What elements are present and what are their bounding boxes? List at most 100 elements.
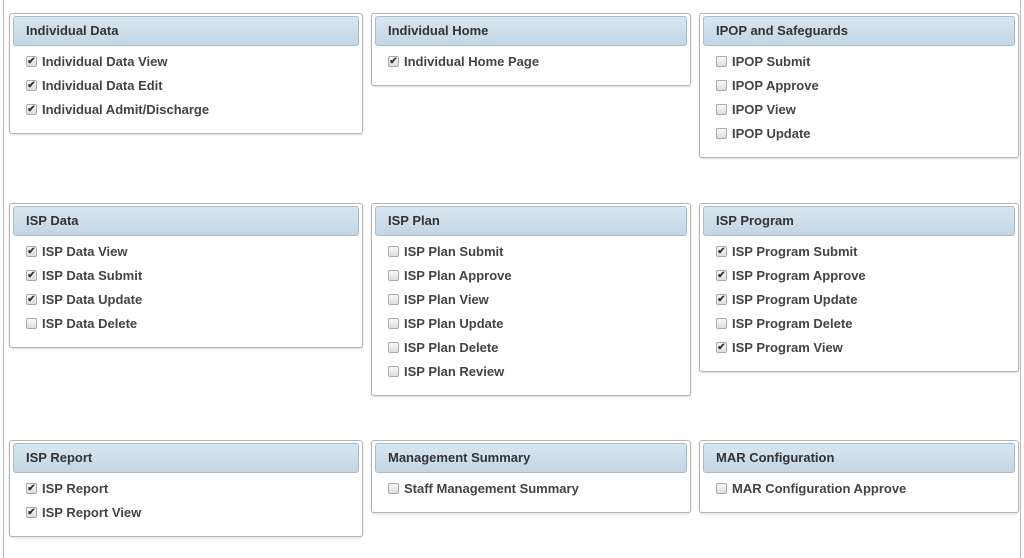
panel-title: Individual Home (375, 16, 687, 46)
panel-title: ISP Data (13, 206, 359, 236)
permission-label: Individual Data View (42, 53, 168, 69)
permission-item[interactable]: MAR Configuration Approve (703, 476, 1015, 500)
checkbox[interactable]: ✔ (26, 269, 37, 281)
permission-label: MAR Configuration Approve (732, 480, 907, 496)
checkbox[interactable] (388, 317, 399, 329)
permission-item[interactable]: Staff Management Summary (375, 476, 687, 500)
checkbox[interactable]: ✔ (716, 245, 727, 257)
permission-item[interactable]: ✔ Individual Data View (13, 49, 359, 73)
permission-panel: ISP Program ✔ ISP Program Submit ✔ ISP Progr… (699, 203, 1019, 372)
checkbox[interactable] (716, 482, 727, 494)
permission-panel: ISP Report ✔ ISP Report ✔ ISP Report View (9, 440, 363, 537)
checkbox[interactable]: ✔ (716, 269, 727, 281)
panel-title: ISP Program (703, 206, 1015, 236)
checkmark-icon: ✔ (717, 341, 726, 353)
permission-item[interactable]: ✔ ISP Program Approve (703, 263, 1015, 287)
checkbox[interactable]: ✔ (26, 506, 37, 518)
permission-label: IPOP Approve (732, 77, 819, 93)
permission-item[interactable]: ✔ ISP Report View (13, 500, 359, 524)
permission-label: ISP Program Update (732, 291, 858, 307)
checkbox[interactable]: ✔ (716, 341, 727, 353)
permission-item[interactable]: ✔ ISP Data Update (13, 287, 359, 311)
checkbox[interactable]: ✔ (26, 245, 37, 257)
permission-item[interactable]: ✔ ISP Program Submit (703, 239, 1015, 263)
checkbox[interactable] (388, 341, 399, 353)
permission-label: ISP Program Submit (732, 243, 858, 259)
permission-label: ISP Report View (42, 504, 142, 520)
permission-item[interactable]: ISP Program Delete (703, 311, 1015, 335)
permission-item[interactable]: ✔ ISP Program Update (703, 287, 1015, 311)
checkbox[interactable] (388, 365, 399, 377)
permission-panel: MAR Configuration MAR Configuration Appro… (699, 440, 1019, 513)
permission-label: ISP Program Approve (732, 267, 866, 283)
permission-label: ISP Program Delete (732, 315, 853, 331)
permission-label: Individual Home Page (404, 53, 540, 69)
permission-item[interactable]: ISP Plan Update (375, 311, 687, 335)
permission-item[interactable]: ✔ Individual Home Page (375, 49, 687, 73)
permission-label: ISP Plan Delete (404, 339, 499, 355)
checkbox[interactable] (716, 317, 727, 329)
panel-title: ISP Plan (375, 206, 687, 236)
checkbox[interactable] (716, 79, 727, 91)
checkbox[interactable] (716, 127, 727, 139)
permission-label: ISP Data Update (42, 291, 143, 307)
permission-label: ISP Report (42, 480, 109, 496)
checkmark-icon: ✔ (717, 269, 726, 281)
permission-item[interactable]: ISP Plan Review (375, 359, 687, 383)
checkmark-icon: ✔ (27, 103, 36, 115)
permission-panel: ISP Data ✔ ISP Data View ✔ ISP Data Submit ✔ I… (9, 203, 363, 348)
checkbox[interactable]: ✔ (716, 293, 727, 305)
permission-item[interactable]: ISP Plan Submit (375, 239, 687, 263)
panel-title: Individual Data (13, 16, 359, 46)
permission-panel: Management Summary Staff Management Summa… (371, 440, 691, 513)
checkmark-icon: ✔ (717, 245, 726, 257)
checkbox[interactable] (388, 269, 399, 281)
checkbox[interactable]: ✔ (26, 103, 37, 115)
checkbox[interactable] (716, 103, 727, 115)
permission-item[interactable]: ✔ ISP Report (13, 476, 359, 500)
checkbox[interactable]: ✔ (26, 482, 37, 494)
permission-item[interactable]: ✔ ISP Data Submit (13, 263, 359, 287)
permission-item[interactable]: ✔ ISP Data View (13, 239, 359, 263)
panel-title: MAR Configuration (703, 443, 1015, 473)
permission-item[interactable]: ISP Plan Approve (375, 263, 687, 287)
permission-label: Individual Data Edit (42, 77, 163, 93)
permission-item[interactable]: IPOP Update (703, 121, 1015, 145)
permission-item[interactable]: ISP Plan View (375, 287, 687, 311)
permission-item[interactable]: ✔ Individual Data Edit (13, 73, 359, 97)
permission-panel: Individual Home ✔ Individual Home Page (371, 13, 691, 86)
checkbox[interactable] (388, 245, 399, 257)
checkbox[interactable] (716, 55, 727, 67)
permission-label: ISP Plan Submit (404, 243, 504, 259)
permission-label: ISP Plan Approve (404, 267, 512, 283)
checkbox[interactable] (388, 293, 399, 305)
permission-panel: ISP Plan ISP Plan Submit ISP Plan Approve I… (371, 203, 691, 396)
checkmark-icon: ✔ (27, 245, 36, 257)
checkmark-icon: ✔ (27, 79, 36, 91)
checkbox[interactable] (26, 317, 37, 329)
checkbox[interactable]: ✔ (26, 55, 37, 67)
checkmark-icon: ✔ (27, 55, 36, 67)
permission-label: IPOP Submit (732, 53, 811, 69)
checkbox[interactable]: ✔ (26, 79, 37, 91)
checkbox[interactable]: ✔ (388, 55, 399, 67)
panel-title: IPOP and Safeguards (703, 16, 1015, 46)
permission-item[interactable]: ✔ Individual Admit/Discharge (13, 97, 359, 121)
permission-label: ISP Plan Review (404, 363, 505, 379)
checkbox[interactable] (388, 482, 399, 494)
permission-label: ISP Data Delete (42, 315, 138, 331)
checkmark-icon: ✔ (389, 55, 398, 67)
permission-label: IPOP View (732, 101, 796, 117)
checkbox[interactable]: ✔ (26, 293, 37, 305)
permission-item[interactable]: ISP Data Delete (13, 311, 359, 335)
permission-label: ISP Data Submit (42, 267, 143, 283)
permission-label: ISP Data View (42, 243, 128, 259)
permission-label: ISP Plan View (404, 291, 489, 307)
permission-item[interactable]: IPOP Submit (703, 49, 1015, 73)
permission-item[interactable]: ISP Plan Delete (375, 335, 687, 359)
permission-item[interactable]: ✔ ISP Program View (703, 335, 1015, 359)
permission-item[interactable]: IPOP Approve (703, 73, 1015, 97)
permission-label: ISP Plan Update (404, 315, 504, 331)
permission-item[interactable]: IPOP View (703, 97, 1015, 121)
panel-title: ISP Report (13, 443, 359, 473)
